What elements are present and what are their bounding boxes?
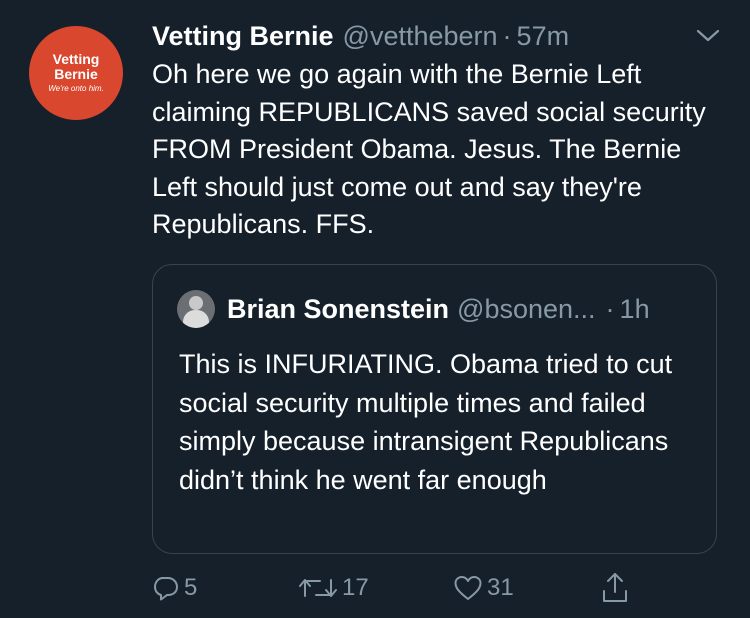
avatar-tagline: We're onto him. [48, 84, 104, 93]
chevron-down-icon[interactable] [695, 24, 721, 46]
reply-button[interactable]: 5 [152, 568, 197, 608]
separator-dot: · [502, 20, 512, 51]
quoted-author-handle: @bsonen... [457, 293, 596, 324]
retweet-button[interactable]: 17 [298, 568, 369, 608]
quoted-tweet[interactable]: Brian Sonenstein @bsonen... · 1h This is… [152, 264, 717, 554]
avatar-head-shape [189, 296, 203, 310]
tweet-text: Oh here we go again with the Bernie Left… [152, 59, 706, 239]
tweet-actions: 5 17 31 [152, 568, 642, 608]
quoted-avatar [177, 290, 215, 328]
quoted-tweet-text: This is INFURIATING. Obama tried to cut … [179, 349, 673, 495]
retweet-count: 17 [342, 574, 369, 601]
heart-icon [453, 574, 483, 602]
reply-icon [152, 574, 180, 602]
share-icon [600, 571, 630, 605]
retweet-icon [298, 574, 338, 602]
avatar-line-2: Bernie [54, 66, 98, 82]
avatar[interactable]: Vetting Bernie We're onto him. [29, 26, 123, 120]
avatar-torso-shape [183, 310, 209, 328]
quoted-timestamp: 1h [619, 293, 650, 324]
like-button[interactable]: 31 [453, 568, 514, 608]
quoted-author-name: Brian Sonenstein [227, 293, 450, 324]
tweet: Vetting Bernie We're onto him. Vetting B… [0, 0, 750, 618]
reply-count: 5 [184, 574, 198, 601]
tweet-header: Vetting Bernie @vetthebern · 57m [152, 18, 569, 54]
quoted-tweet-header: Brian Sonenstein @bsonen... · 1h [177, 290, 650, 328]
share-button[interactable] [600, 568, 630, 608]
author-handle[interactable]: @vetthebern [343, 21, 498, 52]
quoted-separator-dot: · [605, 293, 615, 324]
author-name[interactable]: Vetting Bernie [152, 21, 334, 52]
avatar-line-1: Vetting [52, 51, 100, 67]
tweet-timestamp[interactable]: 57m [517, 21, 570, 52]
like-count: 31 [487, 574, 514, 601]
